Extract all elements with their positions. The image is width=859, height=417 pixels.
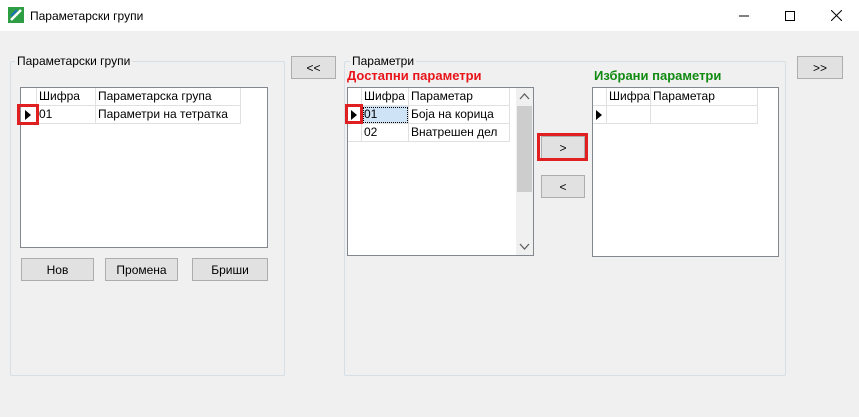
available-parameters-title: Достапни параметри [347,68,482,83]
delete-button[interactable]: Бриши [192,258,268,281]
minimize-icon [739,15,749,16]
table-cell-code[interactable]: 01 [37,106,96,124]
current-row-arrow-icon [596,110,602,120]
table-cell-parameter[interactable]: Боја на корица [409,106,510,124]
scrollbar-thumb[interactable] [517,106,532,192]
vertical-scrollbar[interactable] [516,88,533,255]
maximize-icon [785,10,795,21]
grid-corner [593,88,607,106]
row-selector-highlight [17,104,39,125]
close-button[interactable] [813,0,859,31]
table-cell-code[interactable]: 02 [362,124,409,142]
table-cell-group[interactable]: Параметри на тетратка [96,106,241,124]
parameter-groups-grid[interactable]: Шифра Параметарска група 01 Параметри на… [20,87,268,248]
scroll-down-icon[interactable] [516,238,533,255]
available-parameters-grid[interactable]: Шифра Параметар 01 Боја на корица 02 Вна… [347,87,534,256]
row-selector[interactable] [348,124,362,142]
table-cell-code[interactable]: 01 [362,106,409,124]
column-header-group[interactable]: Параметарска група [96,88,241,106]
move-right-button-highlight [537,133,588,161]
maximize-button[interactable] [767,0,813,31]
new-row-selector[interactable] [593,106,607,124]
selected-parameters-title: Избрани параметри [594,68,722,83]
new-row-cell-code[interactable] [607,106,651,124]
move-all-left-button[interactable]: << [291,56,336,79]
scroll-up-icon[interactable] [516,88,533,105]
title-bar: Параметарски групи [0,0,859,31]
app-logo-icon [8,7,24,23]
minimize-button[interactable] [721,0,767,31]
close-icon [830,10,842,21]
table-cell-parameter[interactable]: Внатрешен дел [409,124,510,142]
available-row-selector-highlight [345,104,363,124]
new-row-cell-parameter[interactable] [651,106,758,124]
column-header-code[interactable]: Шифра [362,88,409,106]
parameters-label: Параметри [350,54,417,68]
column-header-parameter[interactable]: Параметар [651,88,758,106]
parameter-groups-label: Параметарски групи [15,54,133,68]
selected-parameters-grid[interactable]: Шифра Параметар [592,87,779,257]
column-header-code[interactable]: Шифра [37,88,96,106]
new-button[interactable]: Нов [21,258,94,281]
window-title: Параметарски групи [30,9,144,23]
move-left-button[interactable]: < [541,175,585,198]
column-header-parameter[interactable]: Параметар [409,88,510,106]
edit-button[interactable]: Промена [105,258,178,281]
column-header-code[interactable]: Шифра [607,88,651,106]
move-all-right-button[interactable]: >> [797,56,843,79]
